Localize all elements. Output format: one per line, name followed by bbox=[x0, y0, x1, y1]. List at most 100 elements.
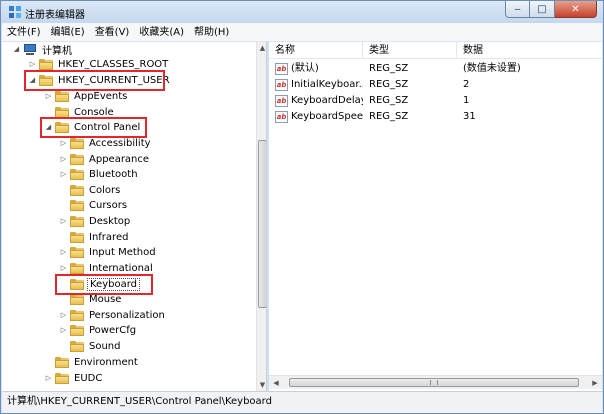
string-value-icon: ab bbox=[275, 79, 288, 91]
list-row[interactable]: ab InitialKeyboar... REG_SZ 2 bbox=[269, 77, 602, 93]
scroll-thumb[interactable] bbox=[258, 140, 266, 308]
expand-arrow-icon[interactable]: ▷ bbox=[44, 371, 53, 386]
tree-label: 计算机 bbox=[42, 46, 72, 57]
tree-node-infrared[interactable]: Infrared bbox=[59, 230, 130, 245]
list-row[interactable]: ab (默认) REG_SZ (数值未设置) bbox=[269, 61, 602, 77]
tree-label: Sound bbox=[89, 341, 121, 352]
value-name: KeyboardSpeed bbox=[291, 111, 363, 122]
tree-label: Environment bbox=[74, 357, 138, 368]
value-data: 1 bbox=[463, 95, 470, 106]
folder-icon bbox=[70, 154, 84, 165]
folder-icon bbox=[70, 200, 84, 211]
scroll-down-icon[interactable]: ▼ bbox=[257, 379, 266, 391]
tree-node-colors[interactable]: Colors bbox=[59, 183, 122, 198]
folder-icon bbox=[55, 357, 69, 368]
tree-label: Bluetooth bbox=[89, 169, 138, 180]
tree-label: International bbox=[89, 263, 153, 274]
values-list: 名称 类型 数据 ab (默认) REG_SZ (数值未设置) ab Initi… bbox=[269, 42, 602, 391]
value-data: 31 bbox=[463, 111, 476, 122]
tree-node-personalization[interactable]: ▷ Personalization bbox=[59, 308, 167, 323]
folder-icon bbox=[39, 59, 53, 70]
scroll-thumb[interactable] bbox=[289, 378, 579, 387]
expand-arrow-icon[interactable]: ▷ bbox=[59, 167, 68, 182]
tree-node-powercfg[interactable]: ▷ PowerCfg bbox=[59, 323, 138, 338]
collapse-arrow-icon[interactable]: ◢ bbox=[12, 42, 21, 57]
tree-label: Colors bbox=[89, 185, 121, 196]
regedit-icon bbox=[9, 6, 21, 18]
minimize-button[interactable]: ‒ bbox=[505, 1, 530, 18]
registry-tree: ◢ 计算机 ▷ HKEY_CLASSES_ROOT ◢ HKEY_CURRENT… bbox=[2, 42, 267, 391]
expand-arrow-icon[interactable]: ▷ bbox=[59, 136, 68, 151]
tree-label: Input Method bbox=[89, 247, 156, 258]
folder-icon bbox=[70, 263, 84, 274]
status-bar-path: 计算机\HKEY_CURRENT_USER\Control Panel\Keyb… bbox=[2, 391, 602, 413]
value-type: REG_SZ bbox=[369, 95, 409, 106]
value-type: REG_SZ bbox=[369, 111, 409, 122]
list-row[interactable]: ab KeyboardDelay REG_SZ 1 bbox=[269, 93, 602, 109]
folder-icon bbox=[70, 232, 84, 243]
computer-icon bbox=[23, 44, 37, 55]
tree-label: Appearance bbox=[89, 154, 150, 165]
tree-node-desktop[interactable]: ▷ Desktop bbox=[59, 214, 132, 229]
tree-node-sound[interactable]: Sound bbox=[59, 339, 123, 354]
expand-arrow-icon[interactable]: ▷ bbox=[59, 245, 68, 260]
value-type: REG_SZ bbox=[369, 63, 409, 74]
folder-icon bbox=[70, 325, 84, 336]
tree-label: Cursors bbox=[89, 200, 128, 211]
value-data: 2 bbox=[463, 79, 470, 90]
folder-icon bbox=[55, 373, 69, 384]
scroll-left-icon[interactable]: ◀ bbox=[269, 376, 283, 390]
menu-view[interactable]: 查看(V) bbox=[90, 23, 135, 42]
list-row[interactable]: ab KeyboardSpeed REG_SZ 31 bbox=[269, 109, 602, 125]
column-name-header[interactable]: 名称 bbox=[269, 42, 363, 59]
list-header: 名称 类型 数据 bbox=[269, 42, 602, 59]
tree-label: AppEvents bbox=[74, 91, 128, 102]
tree-node-accessibility[interactable]: ▷ Accessibility bbox=[59, 136, 153, 151]
tree-label: Infrared bbox=[89, 232, 129, 243]
menu-edit[interactable]: 编辑(E) bbox=[46, 23, 90, 42]
expand-arrow-icon[interactable]: ▷ bbox=[59, 323, 68, 338]
expand-arrow-icon[interactable]: ▷ bbox=[44, 89, 53, 104]
expand-arrow-icon[interactable]: ▷ bbox=[59, 214, 68, 229]
tree-label: Personalization bbox=[89, 310, 165, 321]
column-data-header[interactable]: 数据 bbox=[457, 42, 602, 59]
folder-icon bbox=[55, 91, 69, 102]
registry-editor-window: 注册表编辑器 ‒ □ ✕ 文件(F) 编辑(E) 查看(V) 收藏夹(A) 帮助… bbox=[0, 0, 604, 414]
tree-node-eudc[interactable]: ▷ EUDC bbox=[44, 371, 104, 386]
expand-arrow-icon[interactable]: ▷ bbox=[59, 152, 68, 167]
highlight-box-hkcu bbox=[24, 70, 165, 91]
close-button[interactable]: ✕ bbox=[555, 1, 597, 18]
menu-file[interactable]: 文件(F) bbox=[2, 23, 46, 42]
string-value-icon: ab bbox=[275, 63, 288, 75]
expand-arrow-icon[interactable]: ▷ bbox=[59, 308, 68, 323]
tree-node-cursors[interactable]: Cursors bbox=[59, 198, 129, 213]
scroll-up-icon[interactable]: ▲ bbox=[257, 42, 266, 54]
value-name: (默认) bbox=[291, 63, 319, 74]
value-data: (数值未设置) bbox=[463, 63, 521, 74]
title-bar[interactable]: 注册表编辑器 ‒ □ ✕ bbox=[1, 1, 603, 23]
folder-icon bbox=[70, 185, 84, 196]
value-name: KeyboardDelay bbox=[291, 95, 363, 106]
tree-node-computer[interactable]: ◢ 计算机 bbox=[12, 42, 74, 57]
tree-scrollbar[interactable]: ▲ ▼ bbox=[256, 42, 266, 391]
tree-label: Desktop bbox=[89, 216, 131, 227]
highlight-box-control-panel bbox=[40, 117, 147, 138]
window-controls: ‒ □ ✕ bbox=[505, 1, 597, 19]
menu-help[interactable]: 帮助(H) bbox=[189, 23, 234, 42]
scroll-right-icon[interactable]: ▶ bbox=[588, 376, 602, 390]
menu-bar: 文件(F) 编辑(E) 查看(V) 收藏夹(A) 帮助(H) bbox=[2, 23, 602, 42]
menu-favorites[interactable]: 收藏夹(A) bbox=[134, 23, 189, 42]
tree-node-environment[interactable]: Environment bbox=[44, 355, 140, 370]
tree-node-appearance[interactable]: ▷ Appearance bbox=[59, 152, 151, 167]
maximize-button[interactable]: □ bbox=[530, 1, 555, 18]
tree-label: Accessibility bbox=[89, 138, 151, 149]
folder-icon bbox=[70, 341, 84, 352]
folder-icon bbox=[70, 138, 84, 149]
tree-node-appevents[interactable]: ▷ AppEvents bbox=[44, 89, 129, 104]
list-horizontal-scrollbar[interactable]: ◀ ▶ bbox=[269, 375, 602, 389]
string-value-icon: ab bbox=[275, 111, 288, 123]
tree-node-bluetooth[interactable]: ▷ Bluetooth bbox=[59, 167, 140, 182]
folder-icon bbox=[70, 247, 84, 258]
tree-node-input-method[interactable]: ▷ Input Method bbox=[59, 245, 158, 260]
column-type-header[interactable]: 类型 bbox=[363, 42, 457, 59]
